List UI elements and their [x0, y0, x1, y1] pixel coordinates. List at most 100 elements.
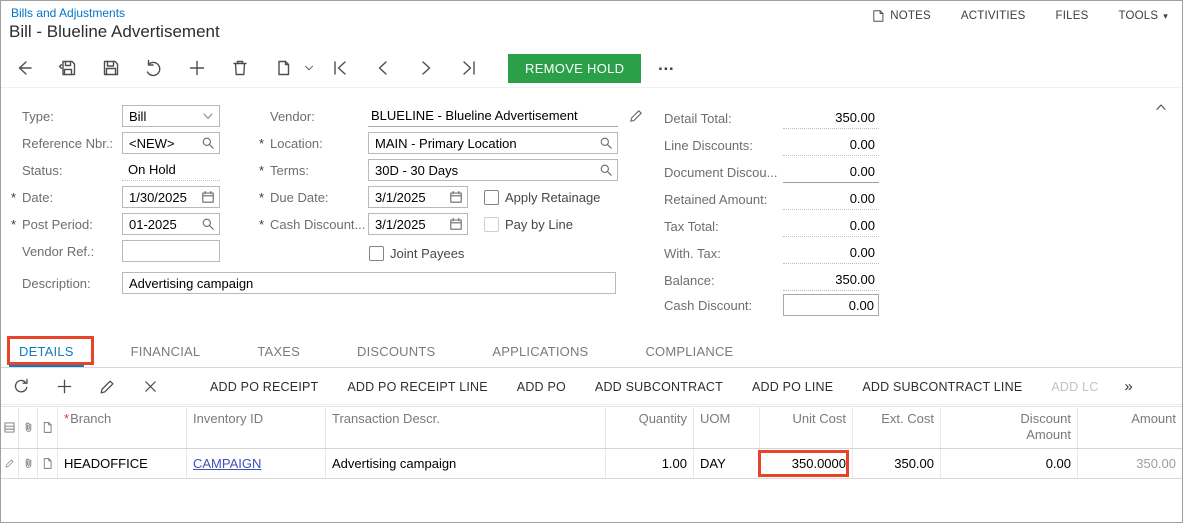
last-record-button[interactable]	[457, 56, 481, 80]
due-date-input[interactable]: 3/1/2025	[368, 186, 468, 208]
first-record-button[interactable]	[328, 56, 352, 80]
magnifier-icon[interactable]	[598, 135, 614, 151]
delete-row-icon[interactable]	[138, 375, 162, 399]
column-header-uom[interactable]: UOM	[694, 407, 760, 448]
collapse-summary-chevron-icon[interactable]	[1153, 99, 1169, 115]
back-button[interactable]	[13, 56, 37, 80]
paperclip-column-icon[interactable]	[19, 407, 38, 448]
cell-branch[interactable]: HEADOFFICE	[58, 449, 187, 478]
line-discounts-value: 0.00	[783, 135, 879, 156]
vendor-ref-input[interactable]	[122, 240, 220, 262]
reference-nbr-input[interactable]: <NEW>	[122, 132, 220, 154]
document-discounts-value[interactable]: 0.00	[783, 162, 879, 183]
column-header-transaction-descr[interactable]: Transaction Descr.	[326, 407, 606, 448]
type-field-row: Type: Bill	[11, 105, 220, 127]
column-settings-icon[interactable]	[1, 407, 19, 448]
line-discounts-label: Line Discounts:	[664, 138, 783, 153]
joint-payees-checkbox[interactable]	[369, 246, 384, 261]
calendar-icon[interactable]	[448, 189, 464, 205]
cell-amount: 350.00	[1078, 449, 1182, 478]
post-period-label: Post Period:	[11, 217, 122, 232]
column-header-unit-cost[interactable]: Unit Cost	[760, 407, 853, 448]
activities-menu-item[interactable]: ACTIVITIES	[961, 10, 1026, 22]
refresh-icon[interactable]	[9, 375, 33, 399]
notes-menu-item[interactable]: NOTES	[871, 9, 931, 23]
add-po-line-button[interactable]: ADD PO LINE	[752, 380, 833, 394]
cell-inventory-id[interactable]: CAMPAIGN	[187, 449, 326, 478]
add-row-icon[interactable]	[52, 375, 76, 399]
cell-ext-cost[interactable]: 350.00	[853, 449, 941, 478]
toolbar-more-icon[interactable]: …	[657, 55, 675, 81]
cash-discount-date-input[interactable]: 3/1/2025	[368, 213, 468, 235]
edit-row-icon[interactable]	[95, 375, 119, 399]
apply-retainage-checkbox[interactable]	[484, 190, 499, 205]
apply-retainage-row: Apply Retainage	[484, 186, 600, 208]
save-and-close-button[interactable]	[56, 56, 80, 80]
add-subcontract-line-button[interactable]: ADD SUBCONTRACT LINE	[862, 380, 1022, 394]
location-input[interactable]: MAIN - Primary Location	[368, 132, 618, 154]
cell-transaction-descr[interactable]: Advertising campaign	[326, 449, 606, 478]
cell-quantity[interactable]: 1.00	[606, 449, 694, 478]
column-header-ext-cost[interactable]: Ext. Cost	[853, 407, 941, 448]
column-header-inventory-id[interactable]: Inventory ID	[187, 407, 326, 448]
column-header-amount[interactable]: Amount	[1078, 407, 1182, 448]
tab-taxes[interactable]: TAXES	[247, 335, 310, 367]
description-input[interactable]: Advertising campaign	[122, 272, 616, 294]
terms-field-row: Terms: 30D - 30 Days	[259, 159, 618, 181]
balance-value: 350.00	[783, 270, 879, 291]
vendor-ref-label: Vendor Ref.:	[11, 244, 122, 259]
cash-discount-date-field-row: Cash Discount... 3/1/2025	[259, 213, 468, 235]
breadcrumb[interactable]: Bills and Adjustments	[11, 6, 125, 20]
remove-hold-button[interactable]: REMOVE HOLD	[508, 54, 641, 83]
chevron-down-icon[interactable]	[200, 108, 216, 124]
add-po-button[interactable]: ADD PO	[517, 380, 566, 394]
calendar-icon[interactable]	[200, 189, 216, 205]
detail-total-value: 350.00	[783, 108, 879, 129]
edit-vendor-pencil-icon[interactable]	[628, 108, 644, 124]
vendor-field[interactable]: BLUELINE - Blueline Advertisement	[368, 105, 618, 127]
date-input[interactable]: 1/30/2025	[122, 186, 220, 208]
add-new-button[interactable]	[185, 56, 209, 80]
terms-input[interactable]: 30D - 30 Days	[368, 159, 618, 181]
column-header-quantity[interactable]: Quantity	[606, 407, 694, 448]
balance-row: Balance: 350.00	[664, 269, 879, 291]
tools-menu-item[interactable]: TOOLS ▾	[1119, 10, 1169, 22]
tab-financial[interactable]: FINANCIAL	[121, 335, 211, 367]
column-header-branch[interactable]: Branch	[58, 407, 187, 448]
magnifier-icon[interactable]	[200, 135, 216, 151]
tab-details[interactable]: DETAILS	[9, 335, 84, 367]
paperclip-icon[interactable]	[19, 449, 38, 478]
cell-unit-cost[interactable]: 350.0000	[760, 449, 853, 478]
add-po-receipt-button[interactable]: ADD PO RECEIPT	[210, 380, 318, 394]
calendar-icon[interactable]	[448, 216, 464, 232]
copy-paste-dropdown-icon[interactable]	[302, 56, 316, 80]
magnifier-icon[interactable]	[200, 216, 216, 232]
post-period-input[interactable]: 01-2025	[122, 213, 220, 235]
magnifier-icon[interactable]	[598, 162, 614, 178]
note-column-icon[interactable]	[38, 407, 58, 448]
joint-payees-row: Joint Payees	[369, 242, 464, 264]
type-dropdown[interactable]: Bill	[122, 105, 220, 127]
tab-compliance[interactable]: COMPLIANCE	[635, 335, 743, 367]
description-label: Description:	[11, 276, 122, 291]
toolbar-overflow-icon[interactable]: »	[1124, 378, 1132, 395]
files-menu-item[interactable]: FILES	[1056, 10, 1089, 22]
notes-label: NOTES	[890, 10, 931, 22]
undo-button[interactable]	[142, 56, 166, 80]
next-record-button[interactable]	[414, 56, 438, 80]
tab-discounts[interactable]: DISCOUNTS	[347, 335, 445, 367]
copy-paste-icon[interactable]	[271, 56, 295, 80]
add-po-receipt-line-button[interactable]: ADD PO RECEIPT LINE	[347, 380, 487, 394]
tab-applications[interactable]: APPLICATIONS	[482, 335, 598, 367]
note-icon[interactable]	[38, 449, 58, 478]
save-button[interactable]	[99, 56, 123, 80]
add-subcontract-button[interactable]: ADD SUBCONTRACT	[595, 380, 723, 394]
inventory-id-link[interactable]: CAMPAIGN	[193, 456, 261, 471]
column-header-discount-amount[interactable]: Discount Amount	[941, 407, 1078, 448]
cash-discount-input[interactable]: 0.00	[783, 294, 879, 316]
cell-uom[interactable]: DAY	[694, 449, 760, 478]
delete-button[interactable]	[228, 56, 252, 80]
cell-discount-amount[interactable]: 0.00	[941, 449, 1078, 478]
previous-record-button[interactable]	[371, 56, 395, 80]
table-row[interactable]: HEADOFFICE CAMPAIGN Advertising campaign…	[1, 449, 1182, 479]
